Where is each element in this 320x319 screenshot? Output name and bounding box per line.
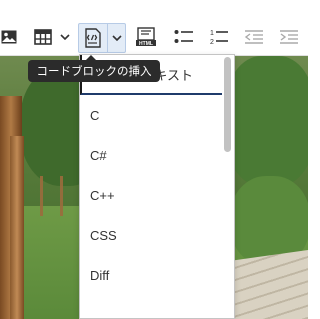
chevron-down-icon: [60, 34, 70, 40]
language-option-label: Diff: [90, 267, 110, 283]
indent-icon: [280, 30, 298, 44]
language-option-css[interactable]: CSS: [80, 215, 222, 255]
language-option-label: CSS: [90, 227, 117, 243]
menu-scrollbar[interactable]: [224, 57, 231, 152]
insert-table-button[interactable]: [30, 23, 56, 51]
outdent-button[interactable]: [242, 23, 266, 51]
language-option-label: C#: [90, 147, 107, 163]
outdent-icon: [244, 30, 263, 44]
language-option-diff[interactable]: Diff: [80, 255, 222, 295]
language-option-c[interactable]: C: [80, 95, 222, 135]
photo-wooden-post: [10, 136, 24, 319]
table-dropdown-arrow[interactable]: [58, 23, 72, 51]
numbered-list-icon: 1 2: [210, 30, 228, 46]
svg-text:1: 1: [210, 30, 214, 37]
insert-codeblock-button[interactable]: [79, 24, 107, 52]
insert-codeblock-split-button[interactable]: [78, 23, 126, 53]
photo-bush: [225, 56, 308, 186]
bulleted-list-button[interactable]: [172, 23, 196, 51]
table-icon: [34, 29, 52, 45]
svg-text:2: 2: [210, 39, 214, 46]
tooltip-arrow: [86, 55, 96, 60]
bulleted-list-icon: [174, 30, 193, 43]
language-option-csharp[interactable]: C#: [80, 135, 222, 175]
language-option-cpp[interactable]: C++: [80, 175, 222, 215]
language-option-label: C: [90, 107, 100, 123]
codeblock-language-menu: プレーンテキスト C C# C++ CSS Diff: [79, 54, 235, 319]
codeblock-language-dropdown-arrow[interactable]: [108, 24, 126, 52]
codeblock-tooltip: コードブロックの挿入: [28, 55, 160, 82]
html-embed-button[interactable]: HTML: [134, 23, 158, 51]
image-icon: [1, 30, 17, 44]
language-option-label: C++: [90, 187, 115, 203]
editor-toolbar: HTML 1 2: [0, 0, 308, 56]
toolbar-top-area: [0, 0, 308, 17]
insert-image-button[interactable]: [0, 23, 18, 51]
tooltip-text: コードブロックの挿入: [36, 66, 152, 78]
indent-button[interactable]: [277, 23, 301, 51]
codeblock-icon: [85, 28, 101, 48]
numbered-list-button[interactable]: 1 2: [207, 23, 231, 51]
chevron-down-icon: [112, 35, 122, 41]
html-embed-icon: HTML: [136, 27, 156, 47]
html-embed-label: HTML: [139, 41, 153, 47]
